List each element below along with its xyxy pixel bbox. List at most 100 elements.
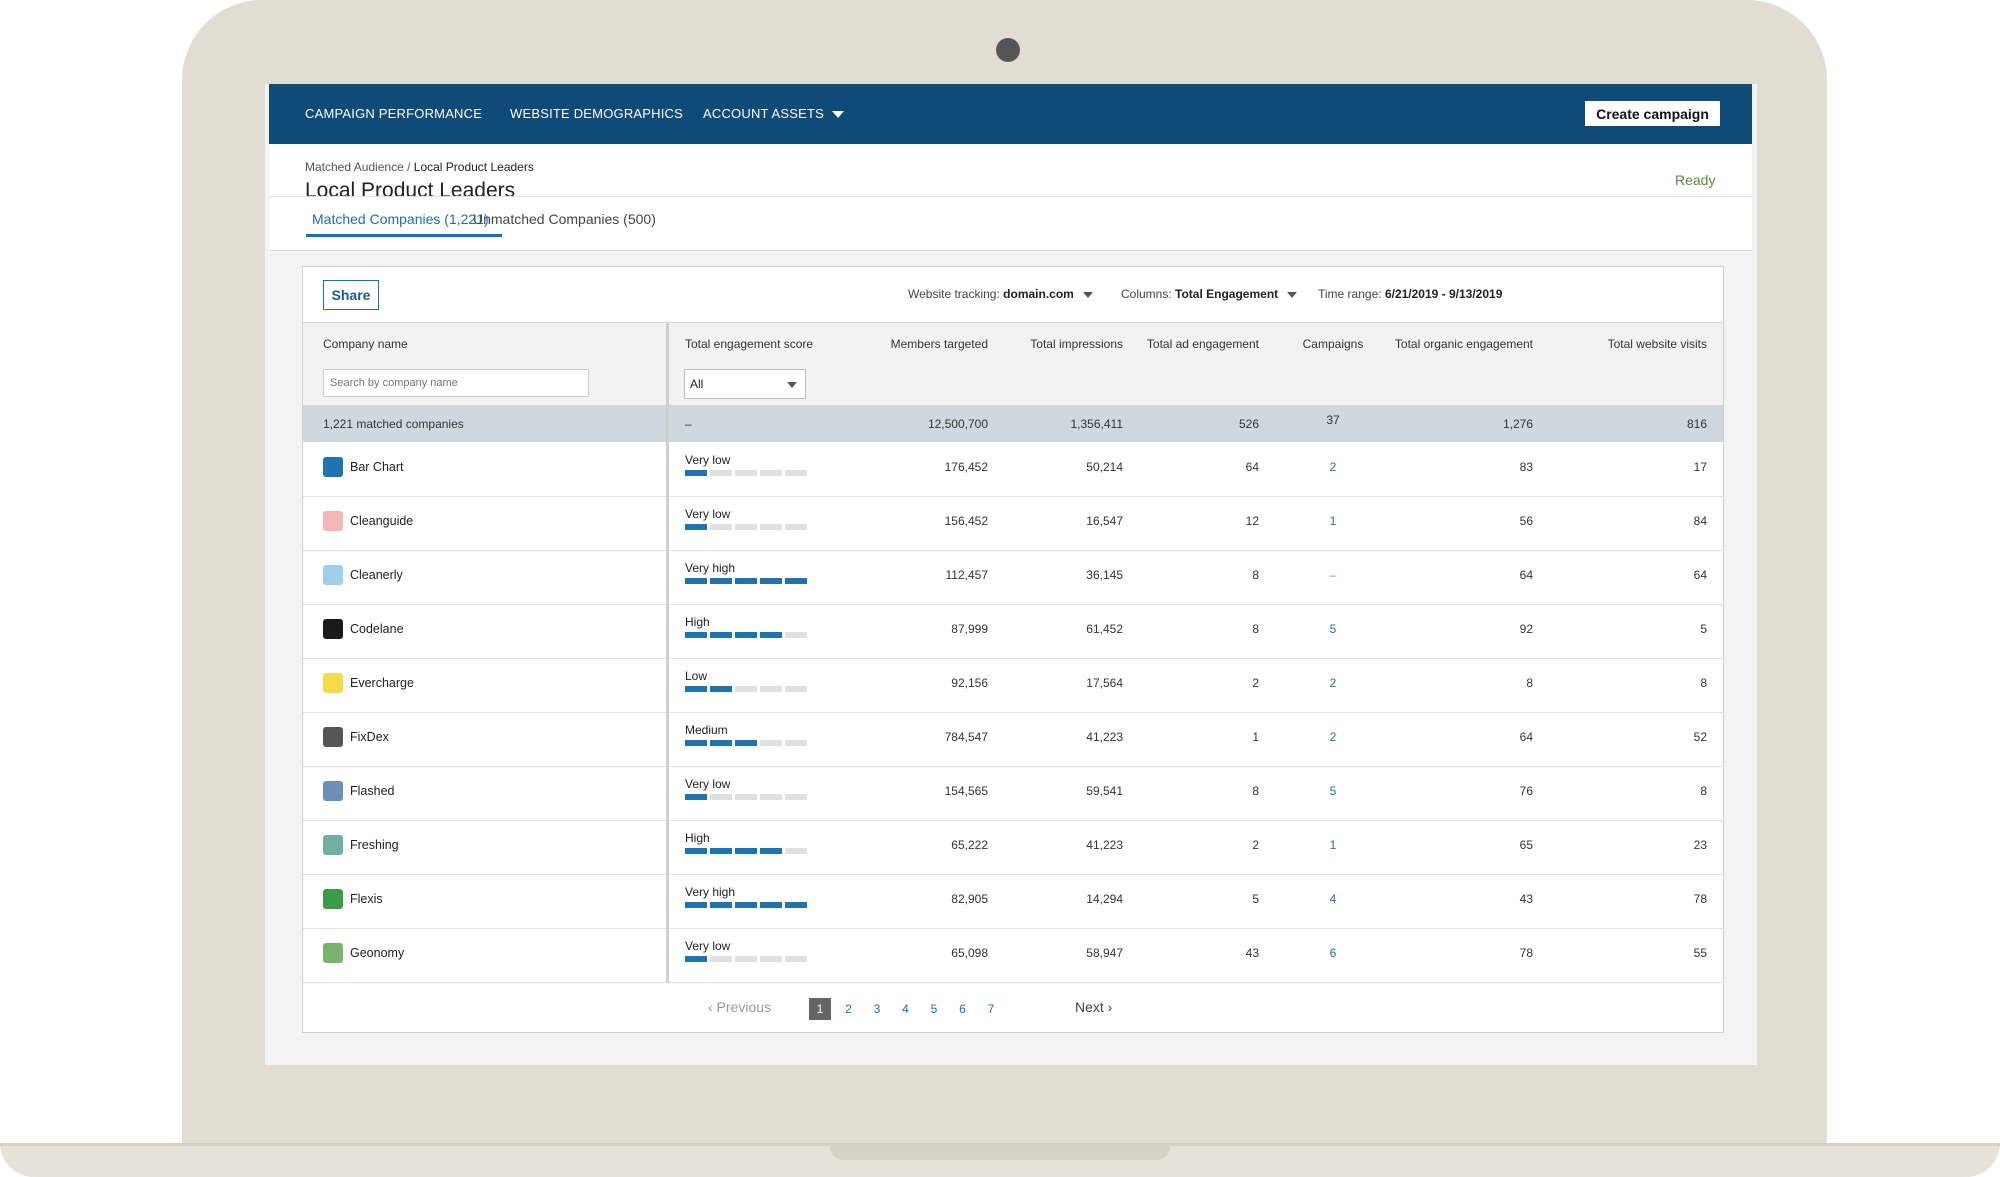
table-row[interactable]: Codelane High 87,999 61,452 8 5 92 5 [303,604,1723,659]
campaigns-link[interactable]: 5 [1313,622,1353,636]
nav-account-assets[interactable]: ACCOUNT ASSETS [703,106,845,121]
company-name[interactable]: Cleanguide [350,514,413,528]
company-name[interactable]: FixDex [350,730,389,744]
engagement-score-bar [685,956,807,962]
pagination: ‹ Previous 1234567 Next › [303,983,1723,1031]
score-bar-segment [735,794,757,800]
columns-dropdown[interactable]: Columns: Total Engagement [1121,287,1298,301]
company-name[interactable]: Codelane [350,622,404,636]
engagement-score-label: Very low [685,453,731,467]
impressions-value: 41,223 [1086,838,1123,852]
ad-engagement-value: 1 [1252,730,1259,744]
tabs-divider [269,196,1752,197]
score-bar-segment [735,740,757,746]
page-number-5[interactable]: 5 [923,998,945,1020]
company-name[interactable]: Bar Chart [350,460,404,474]
tab-unmatched-companies[interactable]: Unmatched Companies (500) [473,211,656,227]
engagement-score-label: Very low [685,777,731,791]
campaigns-link[interactable]: 1 [1313,838,1353,852]
col-ad-engagement[interactable]: Total ad engagement [1089,337,1259,351]
engagement-score-label: Very low [685,507,731,521]
score-bar-segment [785,470,807,476]
time-range-selector[interactable]: Time range: 6/21/2019 - 9/13/2019 [1318,287,1502,301]
page-number-3[interactable]: 3 [866,998,888,1020]
campaigns-link[interactable]: 5 [1313,784,1353,798]
chevron-down-icon [832,111,845,119]
score-bar-segment [735,470,757,476]
ad-engagement-value: 64 [1245,460,1259,474]
score-bar-segment [785,578,807,584]
next-page-button[interactable]: Next › [1075,999,1112,1015]
website-visits-value: 55 [1693,946,1707,960]
company-name[interactable]: Flashed [350,784,394,798]
chevron-down-icon [1082,291,1093,298]
campaigns-link[interactable]: 4 [1313,892,1353,906]
time-range-value: 6/21/2019 - 9/13/2019 [1384,287,1503,301]
engagement-score-label: Very high [685,885,736,899]
campaigns-link[interactable]: 2 [1313,730,1353,744]
table-row[interactable]: FixDex Medium 784,547 41,223 1 2 64 52 [303,712,1723,767]
company-name[interactable]: Cleanerly [350,568,403,582]
score-bar-segment [710,740,732,746]
table-row[interactable]: Evercharge Low 92,156 17,564 2 2 8 8 [303,658,1723,713]
page-number-6[interactable]: 6 [952,998,974,1020]
members-targeted-value: 176,452 [944,460,988,474]
page-number-7[interactable]: 7 [980,998,1002,1020]
campaigns-link[interactable]: 2 [1313,676,1353,690]
companies-table-card: Share Website tracking: domain.com Colum… [302,266,1724,1033]
score-bar-segment [735,524,757,530]
ad-engagement-value: 8 [1252,622,1259,636]
previous-page-button[interactable]: ‹ Previous [708,999,771,1015]
score-filter-select[interactable]: All [684,369,806,399]
create-campaign-button[interactable]: Create campaign [1585,101,1720,126]
table-row[interactable]: Cleanguide Very low 156,452 16,547 12 1 56 84 [303,496,1723,551]
members-targeted-value: 92,156 [951,676,988,690]
col-website-visits[interactable]: Total website visits [1503,337,1707,351]
table-row[interactable]: Bar Chart Very low 176,452 50,214 64 2 83 17 [303,442,1723,497]
page-number-4[interactable]: 4 [895,998,917,1020]
company-name[interactable]: Freshing [350,838,399,852]
app-screen: CAMPAIGN PERFORMANCE WEBSITE DEMOGRAPHIC… [265,84,1757,1065]
company-name[interactable]: Flexis [350,892,383,906]
company-logo-icon [323,835,343,855]
table-row[interactable]: Flexis Very high 82,905 14,294 5 4 43 78 [303,874,1723,929]
table-row[interactable]: Freshing High 65,222 41,223 2 1 65 23 [303,820,1723,875]
organic-engagement-value: 92 [1519,622,1533,636]
col-members-targeted[interactable]: Members targeted [848,337,988,351]
score-bar-segment [760,578,782,584]
score-bar-segment [735,686,757,692]
website-tracking-dropdown[interactable]: Website tracking: domain.com [908,287,1093,301]
share-button[interactable]: Share [323,280,379,310]
engagement-score-bar [685,686,807,692]
col-engagement-score[interactable]: Total engagement score [685,337,813,351]
table-row[interactable]: Geonomy Very low 65,098 58,947 43 6 78 55 [303,928,1723,983]
score-bar-segment [760,902,782,908]
nav-campaign-performance[interactable]: CAMPAIGN PERFORMANCE [305,106,482,121]
status-label: Ready [1675,172,1716,188]
breadcrumb-current: Local Product Leaders [413,160,534,174]
engagement-score-label: High [685,615,710,629]
nav-website-demographics[interactable]: WEBSITE DEMOGRAPHICS [510,106,683,121]
website-visits-value: 64 [1693,568,1707,582]
col-company-name[interactable]: Company name [323,337,408,351]
campaigns-link[interactable]: 2 [1313,460,1353,474]
website-tracking-label: Website tracking: [908,287,1000,301]
breadcrumb-parent[interactable]: Matched Audience [305,160,404,174]
ad-engagement-value: 43 [1245,946,1259,960]
score-bar-segment [685,956,707,962]
company-search-input[interactable] [323,369,589,397]
page-number-2[interactable]: 2 [838,998,860,1020]
company-name[interactable]: Evercharge [350,676,414,690]
website-visits-value: 52 [1693,730,1707,744]
campaigns-link[interactable]: 1 [1313,514,1353,528]
score-bar-segment [760,686,782,692]
score-bar-segment [685,740,707,746]
company-name[interactable]: Geonomy [350,946,404,960]
engagement-score-bar [685,902,807,908]
page-number-1[interactable]: 1 [809,998,831,1020]
campaigns-link[interactable]: 6 [1313,946,1353,960]
table-row[interactable]: Flashed Very low 154,565 59,541 8 5 76 8 [303,766,1723,821]
tab-matched-companies[interactable]: Matched Companies (1,221) [312,211,489,227]
campaigns-link[interactable]: – [1313,568,1353,582]
table-row[interactable]: Cleanerly Very high 112,457 36,145 8 – 64 64 [303,550,1723,605]
